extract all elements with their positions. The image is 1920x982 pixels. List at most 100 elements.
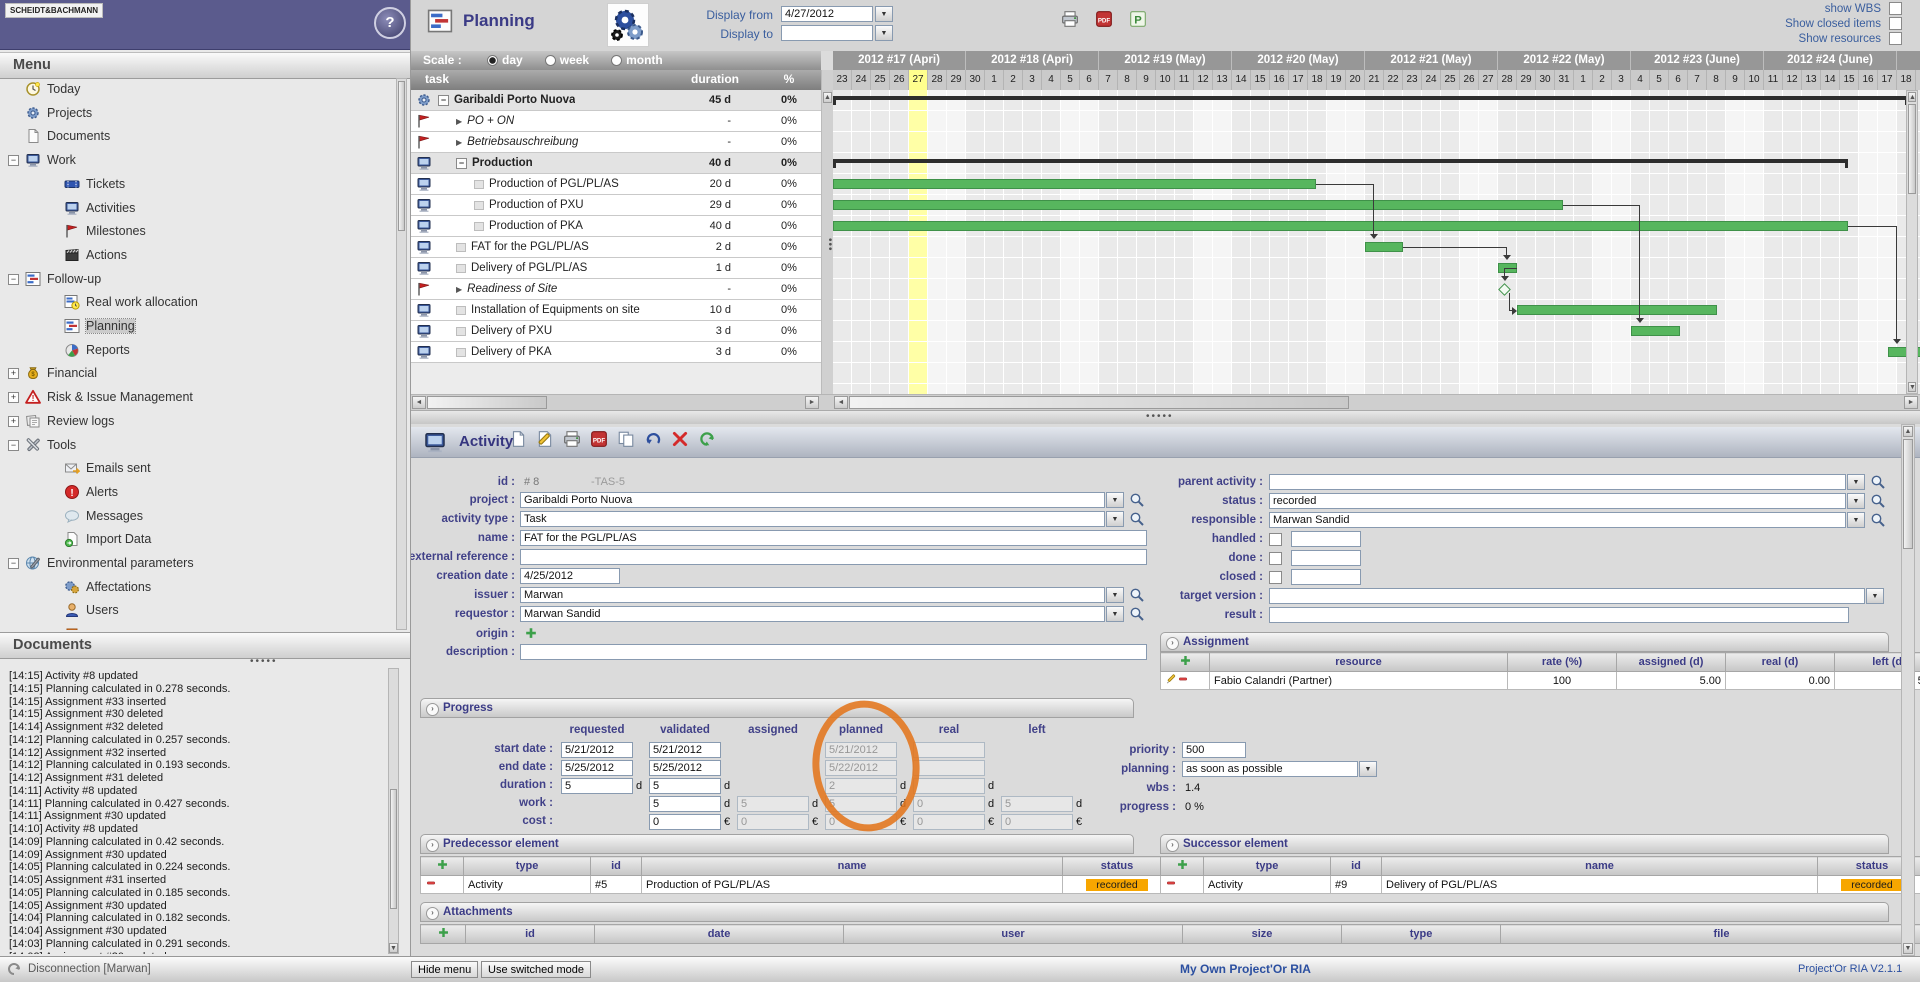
gantt-summary-bar[interactable]: [833, 96, 1908, 100]
target-version-combo[interactable]: [1269, 588, 1865, 604]
result-input[interactable]: [1269, 607, 1849, 623]
task-row[interactable]: FAT for the PGL/PL/AS2 d0%: [411, 237, 821, 258]
task-row[interactable]: Delivery of PXU3 d0%: [411, 321, 821, 342]
assignment-add-icon[interactable]: [1161, 653, 1210, 672]
successor-add-icon[interactable]: [1161, 857, 1204, 876]
description-input[interactable]: [520, 644, 1147, 660]
sidebar-item-users[interactable]: Users: [0, 599, 392, 621]
display-to-dropdown[interactable]: ▼: [875, 25, 893, 41]
hide-menu-button[interactable]: Hide menu: [411, 961, 478, 978]
progress-work-left-input[interactable]: 5: [1001, 796, 1073, 812]
progress-cost-planned-input[interactable]: 0: [825, 814, 897, 830]
magnifier-icon[interactable]: [1870, 474, 1886, 490]
activity-type-combo-dropdown[interactable]: ▼: [1106, 511, 1124, 527]
task-hscroll-thumb[interactable]: [427, 396, 547, 409]
menu-scrollbar[interactable]: [396, 78, 407, 630]
pdf-icon[interactable]: PDF: [588, 430, 610, 450]
gantt-task-bar[interactable]: [833, 221, 1848, 231]
status-combo-dropdown[interactable]: ▼: [1847, 493, 1865, 509]
external-reference-input[interactable]: [520, 549, 1147, 565]
issuer-combo[interactable]: Marwan: [520, 587, 1105, 603]
origin-add-icon[interactable]: [524, 626, 540, 642]
magnifier-icon[interactable]: [1129, 492, 1145, 508]
progress-startdate-validated-input[interactable]: 5/21/2012: [649, 742, 721, 758]
parent-activity-combo[interactable]: [1269, 474, 1846, 490]
gantt-task-bar[interactable]: [833, 200, 1563, 210]
predecessor-row[interactable]: Activity#5Production of PGL/PL/ASrecorde…: [421, 876, 1172, 894]
sidebar-item-affectations[interactable]: Affectations: [0, 576, 392, 598]
sidebar-item-risk-issue-management[interactable]: +!Risk & Issue Management: [0, 386, 392, 408]
copy-icon[interactable]: [615, 430, 637, 450]
log-scrollbar[interactable]: ▼: [388, 668, 399, 954]
undo-icon[interactable]: [642, 430, 664, 450]
parent-activity-combo-dropdown[interactable]: ▼: [1847, 474, 1865, 490]
magnifier-icon[interactable]: [1129, 606, 1145, 622]
process-gears-icon[interactable]: [607, 3, 649, 47]
progress-duration-real-input[interactable]: [913, 778, 985, 794]
gantt-task-bar[interactable]: [1631, 326, 1680, 336]
task-row[interactable]: −Production40 d0%: [411, 153, 821, 174]
sidebar-item-tools[interactable]: −Tools: [0, 434, 392, 456]
documents-panel-header[interactable]: Documents: [0, 632, 410, 659]
project-combo[interactable]: Garibaldi Porto Nuova: [520, 492, 1105, 508]
disconnect-icon[interactable]: [6, 961, 22, 977]
progress-duration-planned-input[interactable]: 2: [825, 778, 897, 794]
task-row[interactable]: Delivery of PGL/PL/AS1 d0%: [411, 258, 821, 279]
sidebar-item-review-logs[interactable]: +Review logs: [0, 410, 392, 432]
option-checkbox-2[interactable]: [1889, 32, 1902, 45]
sidebar-item-import-data[interactable]: Import Data: [0, 528, 392, 550]
task-row[interactable]: Installation of Equipments on site10 d0%: [411, 300, 821, 321]
display-from-dropdown[interactable]: ▼: [875, 6, 893, 22]
predecessor-section-header[interactable]: ›Predecessor element: [420, 834, 1134, 854]
task-row[interactable]: ▶Betriebsauschreibung-0%: [411, 132, 821, 153]
sidebar-item-partial[interactable]: [0, 623, 392, 630]
switch-mode-button[interactable]: Use switched mode: [481, 961, 591, 978]
task-row[interactable]: ▶PO + ON-0%: [411, 111, 821, 132]
planning-mode-dropdown[interactable]: ▼: [1359, 761, 1377, 777]
sidebar-item-actions[interactable]: Actions: [0, 244, 392, 266]
progress-cost-left-input[interactable]: 0: [1001, 814, 1073, 830]
name-input[interactable]: FAT for the PGL/PL/AS: [520, 530, 1147, 546]
task-row[interactable]: Production of PXU29 d0%: [411, 195, 821, 216]
closed-checkbox[interactable]: [1269, 571, 1282, 584]
display-to-input[interactable]: [781, 25, 873, 41]
progress-work-planned-input[interactable]: 5: [825, 796, 897, 812]
task-expander-icon[interactable]: −: [438, 95, 449, 106]
creation-date-input[interactable]: 4/25/2012: [520, 568, 620, 584]
gantt-hscroll-thumb[interactable]: [849, 396, 1349, 409]
progress-cost-assigned-input[interactable]: 0: [737, 814, 809, 830]
sidebar-item-reports[interactable]: Reports: [0, 339, 392, 361]
print-icon[interactable]: [561, 430, 583, 450]
status-combo[interactable]: recorded: [1269, 493, 1846, 509]
display-from-input[interactable]: 4/27/2012: [781, 6, 873, 22]
gantt-chart[interactable]: [833, 90, 1920, 394]
progress-work-assigned-input[interactable]: 5: [737, 796, 809, 812]
predecessor-add-icon[interactable]: [421, 857, 464, 876]
row-edit-delete-icons[interactable]: [1161, 672, 1210, 690]
msproject-export-icon[interactable]: P: [1127, 10, 1149, 30]
sidebar-item-activities[interactable]: Activities: [0, 197, 392, 219]
task-row[interactable]: Delivery of PKA3 d0%: [411, 342, 821, 363]
sidebar-item-milestones[interactable]: Milestones: [0, 220, 392, 242]
scale-radio-day[interactable]: day: [487, 53, 523, 67]
sidebar-item-planning[interactable]: Planning: [0, 315, 392, 337]
gantt-hscroll-right[interactable]: ►: [1904, 396, 1918, 409]
delete-icon[interactable]: [669, 430, 691, 450]
progress-enddate-validated-input[interactable]: 5/25/2012: [649, 760, 721, 776]
project-combo-dropdown[interactable]: ▼: [1106, 492, 1124, 508]
expander-collapse-icon[interactable]: −: [8, 440, 19, 451]
task-expander-icon[interactable]: −: [456, 158, 467, 169]
progress-startdate-real-input[interactable]: [913, 742, 985, 758]
new-icon[interactable]: [507, 430, 529, 450]
print-icon[interactable]: [1059, 10, 1081, 30]
attachments-add-icon[interactable]: [421, 925, 466, 944]
option-checkbox-0[interactable]: [1889, 2, 1902, 15]
task-hscroll-left[interactable]: ◄: [412, 396, 426, 409]
responsible-combo[interactable]: Marwan Sandid: [1269, 512, 1846, 528]
expander-collapse-icon[interactable]: −: [8, 558, 19, 569]
expander-collapse-icon[interactable]: −: [8, 274, 19, 285]
progress-startdate-requested-input[interactable]: 5/21/2012: [561, 742, 633, 758]
sidebar-item-today[interactable]: Today: [0, 78, 392, 100]
responsible-combo-dropdown[interactable]: ▼: [1847, 512, 1865, 528]
help-icon[interactable]: ?: [374, 7, 406, 39]
